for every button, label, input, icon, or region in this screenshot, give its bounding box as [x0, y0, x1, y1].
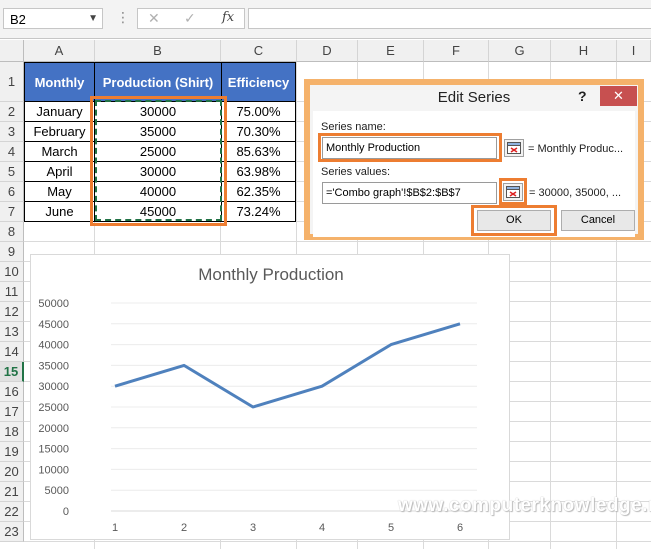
table-cell[interactable]: 62.35%	[221, 181, 296, 202]
x-tick-label: 5	[388, 522, 394, 534]
series-name-highlight	[318, 133, 502, 162]
row-header-6[interactable]: 6	[0, 182, 24, 202]
table-cell[interactable]: May	[24, 181, 95, 202]
y-tick-label: 5000	[45, 485, 69, 497]
row-header-9[interactable]: 9	[0, 242, 24, 262]
gridline	[24, 541, 651, 542]
series-name-collapse-button[interactable]	[504, 139, 524, 157]
table-cell[interactable]: January	[24, 101, 95, 122]
table-cell[interactable]: April	[24, 161, 95, 182]
series-values-input[interactable]: ='Combo graph'!$B$2:$B$7	[322, 182, 497, 204]
y-tick-label: 20000	[38, 423, 69, 435]
row-header-17[interactable]: 17	[0, 402, 24, 422]
row-header-19[interactable]: 19	[0, 442, 24, 462]
column-header-e[interactable]: E	[358, 40, 424, 62]
series-values-label: Series values:	[321, 166, 391, 178]
row-header-18[interactable]: 18	[0, 422, 24, 442]
formula-bar: B2 ▼ ⋮ ✕ ✓ fx	[0, 0, 651, 39]
row-header-11[interactable]: 11	[0, 282, 24, 302]
row-header-22[interactable]: 22	[0, 502, 24, 522]
table-header-month[interactable]: Monthly	[24, 62, 95, 102]
dialog-title: Edit Series	[437, 89, 511, 106]
column-header-a[interactable]: A	[24, 40, 95, 62]
row-header-10[interactable]: 10	[0, 262, 24, 282]
row-header-5[interactable]: 5	[0, 162, 24, 182]
column-header-h[interactable]: H	[551, 40, 617, 62]
table-cell[interactable]: June	[24, 201, 95, 222]
select-all-corner[interactable]	[0, 40, 24, 62]
series-name-preview: = Monthly Produc...	[528, 143, 624, 155]
table-cell[interactable]: 70.30%	[221, 121, 296, 142]
column-header-b[interactable]: B	[95, 40, 221, 62]
x-tick-label: 4	[319, 522, 325, 534]
y-tick-label: 10000	[38, 464, 69, 476]
chevron-down-icon[interactable]: ▼	[88, 13, 98, 24]
copy-marquee	[95, 100, 222, 221]
dialog-body: Series name: Monthly Production = Monthl…	[313, 111, 635, 237]
cancel-icon[interactable]: ✕	[148, 10, 160, 27]
close-button[interactable]: ✕	[600, 86, 637, 106]
column-header-i[interactable]: I	[617, 40, 651, 62]
row-header-1[interactable]: 1	[0, 62, 24, 102]
table-cell[interactable]: 73.24%	[221, 201, 296, 222]
enter-icon[interactable]: ✓	[184, 10, 196, 27]
column-header-f[interactable]: F	[424, 40, 489, 62]
table-cell[interactable]: February	[24, 121, 95, 142]
help-icon[interactable]: ?	[578, 85, 587, 107]
more-icon: ⋮	[116, 9, 130, 25]
row-header-21[interactable]: 21	[0, 482, 24, 502]
y-tick-label: 45000	[38, 319, 69, 331]
row-header-14[interactable]: 14	[0, 342, 24, 362]
row-header-7[interactable]: 7	[0, 202, 24, 222]
x-tick-label: 2	[181, 522, 187, 534]
column-header-g[interactable]: G	[489, 40, 551, 62]
series-values-preview: = 30000, 35000, ...	[529, 187, 622, 199]
row-header-15[interactable]: 15	[0, 362, 24, 382]
table-cell[interactable]: 75.00%	[221, 101, 296, 122]
row-header-8[interactable]: 8	[0, 222, 24, 242]
formula-input[interactable]	[248, 8, 651, 29]
y-tick-label: 15000	[38, 444, 69, 456]
table-cell[interactable]: 85.63%	[221, 141, 296, 162]
ok-button[interactable]: OK	[477, 210, 551, 231]
gridline	[24, 241, 651, 242]
column-header-d[interactable]: D	[297, 40, 358, 62]
row-header-13[interactable]: 13	[0, 322, 24, 342]
row-header-16[interactable]: 16	[0, 382, 24, 402]
name-box-value: B2	[10, 12, 26, 27]
column-header-c[interactable]: C	[221, 40, 297, 62]
row-header-23[interactable]: 23	[0, 522, 24, 542]
y-tick-label: 40000	[38, 340, 69, 352]
table-cell[interactable]: 63.98%	[221, 161, 296, 182]
y-tick-label: 25000	[38, 402, 69, 414]
row-header-2[interactable]: 2	[0, 102, 24, 122]
series-values-collapse-button[interactable]	[503, 183, 523, 201]
row-header-4[interactable]: 4	[0, 142, 24, 162]
edit-series-dialog: Edit Series ? ✕ Series name: Monthly Pro…	[304, 79, 644, 240]
y-tick-label: 0	[63, 506, 69, 518]
table-cell[interactable]: March	[24, 141, 95, 162]
formula-buttons: ✕ ✓ fx	[137, 8, 245, 29]
x-tick-label: 1	[112, 522, 118, 534]
x-tick-label: 3	[250, 522, 256, 534]
y-tick-label: 30000	[38, 381, 69, 393]
name-box[interactable]: B2 ▼	[3, 8, 103, 29]
range-select-icon	[506, 186, 520, 198]
table-header-efficiency[interactable]: Efficiency	[221, 62, 296, 102]
row-header-12[interactable]: 12	[0, 302, 24, 322]
range-select-icon	[507, 142, 521, 154]
y-tick-label: 35000	[38, 360, 69, 372]
insert-function-icon[interactable]: fx	[222, 10, 234, 25]
cancel-button[interactable]: Cancel	[561, 210, 635, 231]
y-tick-label: 50000	[38, 298, 69, 310]
row-header-20[interactable]: 20	[0, 462, 24, 482]
x-tick-label: 6	[457, 522, 463, 534]
series-name-label: Series name:	[321, 121, 386, 133]
row-header-3[interactable]: 3	[0, 122, 24, 142]
watermark: www.computerknowledge.net	[398, 495, 651, 516]
